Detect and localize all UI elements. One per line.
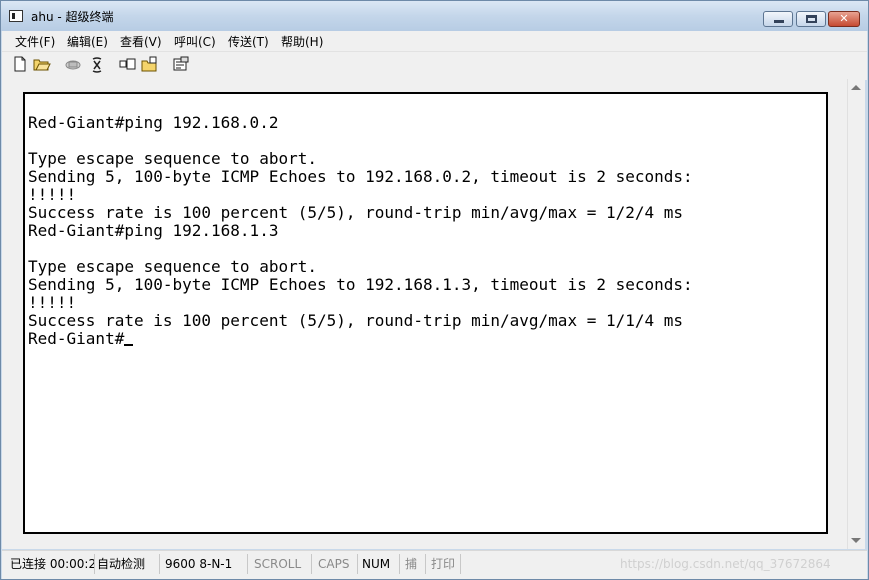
close-icon: ✕ (839, 12, 849, 25)
terminal-prompt: Red-Giant# (28, 329, 125, 348)
phone-call-icon[interactable] (64, 56, 82, 74)
menu-file[interactable]: 文件(F) (15, 33, 55, 50)
hyperterminal-window: ahu - 超级终端 ✕ 文件(F) 编辑(E) 查看(V) 呼叫(C) 传送(… (0, 0, 869, 580)
terminal-line: Type escape sequence to abort. (28, 149, 317, 168)
properties-icon[interactable] (172, 56, 190, 74)
app-icon[interactable] (9, 10, 23, 22)
scroll-up-icon[interactable] (851, 85, 861, 90)
auto-detect-status: 自动检测 (97, 557, 146, 571)
title-bar[interactable]: ahu - 超级终端 ✕ (1, 1, 868, 31)
text-cursor (124, 330, 134, 346)
menu-edit[interactable]: 编辑(E) (67, 33, 108, 50)
open-folder-icon[interactable] (33, 56, 51, 74)
menu-help[interactable]: 帮助(H) (281, 33, 323, 50)
menu-call[interactable]: 呼叫(C) (174, 33, 216, 50)
terminal-line: Success rate is 100 percent (5/5), round… (28, 203, 684, 222)
watermark: https://blog.csdn.net/qq_37672864 (620, 557, 831, 571)
terminal-line: Sending 5, 100-byte ICMP Echoes to 192.1… (28, 167, 693, 186)
new-file-icon[interactable] (11, 56, 29, 74)
terminal-line: Red-Giant#ping 192.168.1.3 (28, 221, 279, 240)
caps-indicator: CAPS (318, 557, 350, 571)
terminal-screen[interactable]: Red-Giant#ping 192.168.0.2 Type escape s… (23, 92, 828, 534)
scroll-indicator: SCROLL (254, 557, 302, 571)
terminal-prompt-line: Red-Giant# (28, 329, 134, 348)
maximize-button[interactable] (796, 11, 826, 27)
status-bar: 已连接 00:00:2 自动检测 9600 8-N-1 SCROLL CAPS … (2, 550, 867, 579)
scroll-down-icon[interactable] (851, 538, 861, 543)
terminal-line: !!!!! (28, 293, 77, 312)
terminal-area: Red-Giant#ping 192.168.0.2 Type escape s… (2, 79, 847, 549)
minimize-icon (774, 20, 784, 23)
window-title: ahu - 超级终端 (31, 10, 114, 24)
terminal-line: !!!!! (28, 185, 77, 204)
print-indicator: 打印 (431, 557, 456, 571)
toolbar (2, 51, 867, 80)
send-icon[interactable] (119, 56, 137, 74)
connection-time: 已连接 00:00:2 (10, 557, 97, 571)
menu-bar: 文件(F) 编辑(E) 查看(V) 呼叫(C) 传送(T) 帮助(H) (2, 31, 867, 51)
close-button[interactable]: ✕ (828, 11, 860, 27)
terminal-line: Sending 5, 100-byte ICMP Echoes to 192.1… (28, 275, 693, 294)
port-settings: 9600 8-N-1 (165, 557, 233, 571)
terminal-line: Success rate is 100 percent (5/5), round… (28, 311, 684, 330)
vertical-scrollbar[interactable] (847, 79, 865, 549)
receive-icon[interactable] (141, 56, 159, 74)
minimize-button[interactable] (763, 11, 793, 27)
terminal-line: Type escape sequence to abort. (28, 257, 317, 276)
maximize-icon (806, 15, 817, 23)
disconnect-icon[interactable] (88, 56, 106, 74)
menu-view[interactable]: 查看(V) (120, 33, 162, 50)
num-indicator: NUM (362, 557, 391, 571)
menu-transfer[interactable]: 传送(T) (228, 33, 269, 50)
terminal-line: Red-Giant#ping 192.168.0.2 (28, 113, 279, 132)
capture-indicator: 捕 (405, 557, 418, 571)
